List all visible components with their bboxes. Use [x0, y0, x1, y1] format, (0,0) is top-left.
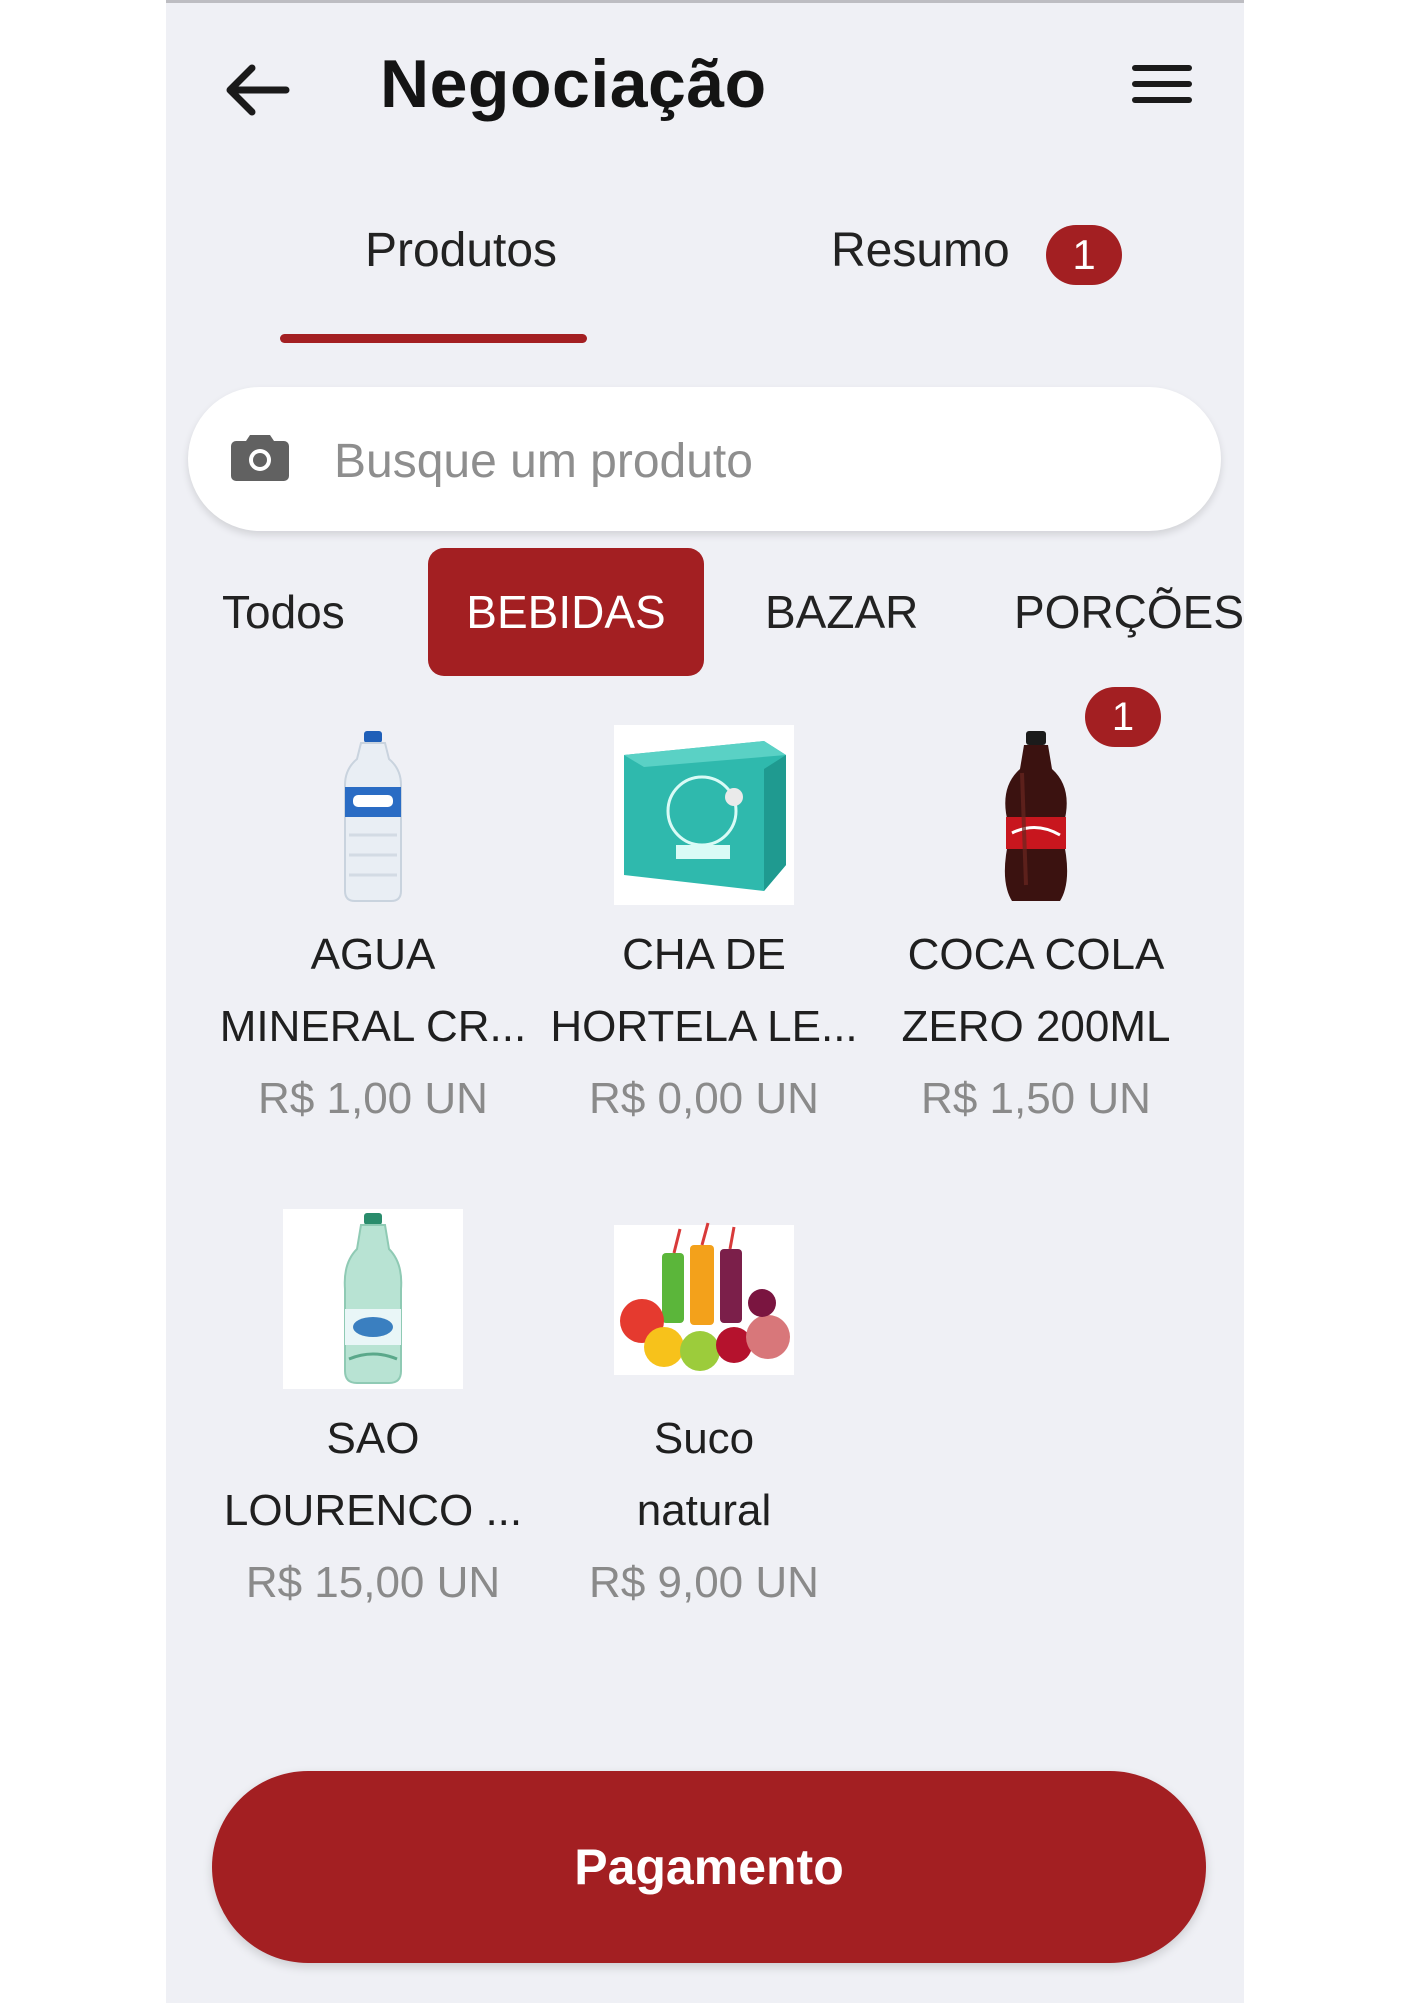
- category-porcoes[interactable]: PORÇÕES: [1014, 548, 1244, 676]
- search-input[interactable]: [332, 425, 1176, 497]
- search-bar: [188, 387, 1221, 531]
- menu-icon: [1132, 65, 1192, 71]
- product-price: R$ 0,00 UN: [589, 1074, 819, 1123]
- tab-resumo[interactable]: Resumo: [831, 223, 1010, 278]
- product-card[interactable]: SAO LOURENCO ... R$ 15,00 UN: [208, 1209, 538, 1619]
- product-card[interactable]: 1 COCA COLA ZERO 200ML R$ 1,50 UN: [871, 687, 1201, 1135]
- product-price: R$ 9,00 UN: [589, 1558, 819, 1607]
- product-price: R$ 1,50 UN: [921, 1074, 1151, 1123]
- page-title: Negociação: [380, 46, 767, 122]
- product-name: COCA COLA ZERO 200ML: [901, 930, 1171, 1051]
- tea-box-image: [614, 725, 794, 905]
- category-bazar[interactable]: BAZAR: [765, 548, 918, 676]
- active-tab-indicator: [280, 334, 587, 343]
- category-bebidas[interactable]: BEBIDAS: [428, 548, 704, 676]
- product-price: R$ 15,00 UN: [245, 1558, 501, 1607]
- back-button[interactable]: [216, 58, 296, 122]
- back-arrow-icon: [226, 64, 290, 116]
- tab-produtos[interactable]: Produtos: [326, 223, 596, 278]
- product-card[interactable]: CHA DE HORTELA LE... R$ 0,00 UN: [539, 725, 869, 1135]
- product-card[interactable]: AGUA MINERAL CR... R$ 1,00 UN: [208, 725, 538, 1135]
- product-name: SAO LOURENCO ...: [223, 1414, 523, 1535]
- app-screen: Negociação Produtos Resumo 1 Todos BEBID…: [166, 0, 1244, 2003]
- product-name: AGUA MINERAL CR...: [219, 930, 527, 1051]
- product-quantity-badge: 1: [1085, 687, 1161, 747]
- category-todos[interactable]: Todos: [222, 548, 345, 676]
- menu-button[interactable]: [1132, 65, 1192, 115]
- green-water-bottle-image: [283, 1209, 463, 1389]
- juice-fruits-image: [614, 1209, 794, 1389]
- resumo-count-badge: 1: [1046, 225, 1122, 285]
- water-bottle-image: [283, 725, 463, 905]
- camera-icon[interactable]: [230, 431, 290, 483]
- cola-bottle-image: 1: [946, 687, 1161, 905]
- product-name: Suco natural: [636, 1414, 772, 1535]
- product-price: R$ 1,00 UN: [258, 1074, 488, 1123]
- payment-button[interactable]: Pagamento: [212, 1771, 1206, 1963]
- product-name: CHA DE HORTELA LE...: [550, 930, 858, 1051]
- product-card[interactable]: Suco natural R$ 9,00 UN: [539, 1209, 869, 1619]
